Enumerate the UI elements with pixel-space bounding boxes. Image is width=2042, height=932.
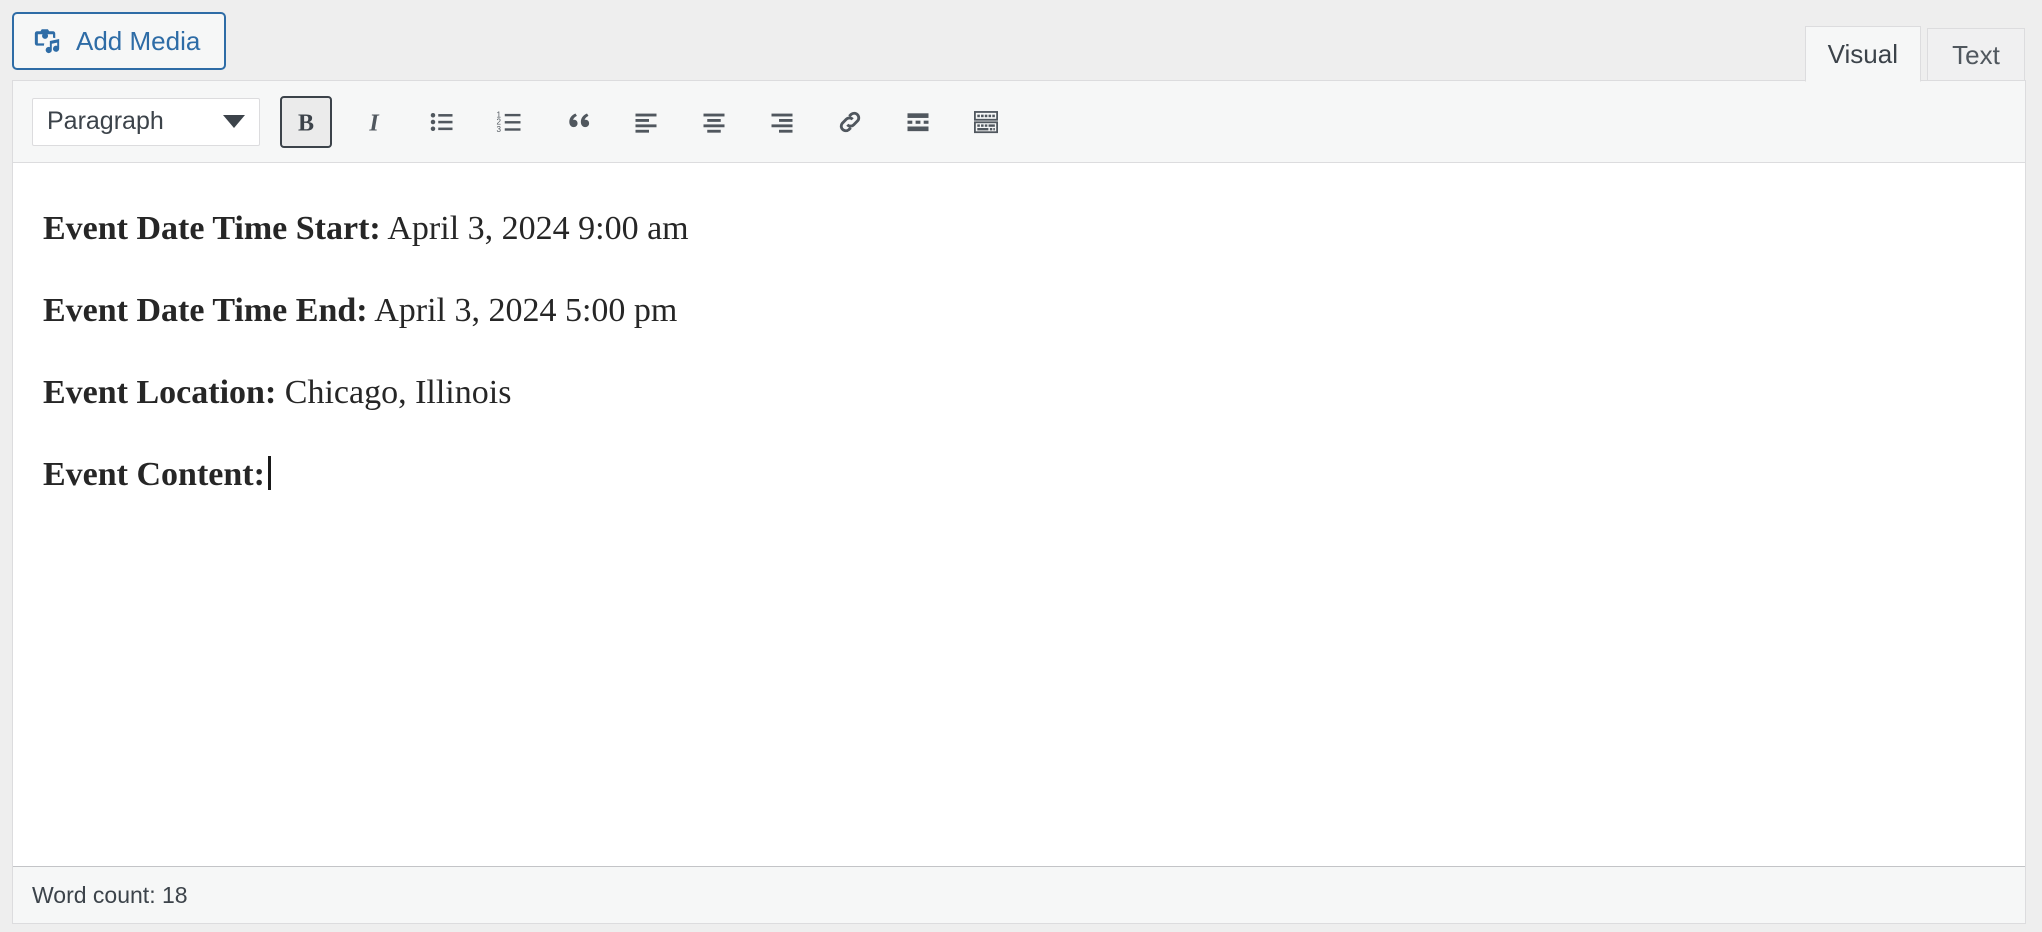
- svg-text:I: I: [368, 110, 380, 136]
- insert-link-button[interactable]: [824, 96, 876, 148]
- keyboard-icon: [971, 107, 1001, 137]
- add-media-label: Add Media: [76, 25, 201, 56]
- align-center-icon: [699, 107, 729, 137]
- formatting-toolbar: Paragraph B I 1 2 3: [13, 81, 2025, 163]
- word-count-label: Word count: 18: [32, 881, 188, 908]
- blockquote-button[interactable]: [552, 96, 604, 148]
- tab-text-label: Text: [1952, 39, 2000, 70]
- bulleted-list-icon: [427, 107, 457, 137]
- content-line: Event Location: Chicago, Illinois: [43, 370, 1995, 416]
- align-right-button[interactable]: [756, 96, 808, 148]
- content-line: Event Date Time End: April 3, 2024 5:00 …: [43, 288, 1995, 334]
- content-line-value: April 3, 2024 9:00 am: [380, 210, 689, 247]
- text-cursor: [267, 455, 271, 490]
- tab-visual[interactable]: Visual: [1804, 26, 1921, 82]
- editor-top-bar: Add Media Visual Text: [0, 0, 2042, 82]
- editor-mode-tabs: Visual Text: [1804, 0, 2025, 82]
- bold-icon: B: [291, 107, 321, 137]
- blockquote-icon: [563, 107, 593, 137]
- bulleted-list-button[interactable]: [416, 96, 468, 148]
- format-select-value: Paragraph: [47, 107, 164, 135]
- align-left-icon: [631, 107, 661, 137]
- content-line-label: Event Content:: [43, 455, 265, 493]
- paragraph-format-select[interactable]: Paragraph: [32, 97, 260, 146]
- content-line-label: Event Date Time Start:: [43, 210, 381, 247]
- editor-container: Paragraph B I 1 2 3 Event Date Time Star…: [12, 80, 2026, 924]
- content-line-value: Chicago, Illinois: [276, 373, 512, 411]
- link-icon: [835, 107, 865, 137]
- toolbar-toggle-button[interactable]: [960, 96, 1012, 148]
- editor-status-bar: Word count: 18: [13, 866, 2025, 923]
- italic-button[interactable]: I: [348, 96, 400, 148]
- align-center-button[interactable]: [688, 96, 740, 148]
- content-line-value: April 3, 2024 5:00 pm: [367, 291, 678, 329]
- align-left-button[interactable]: [620, 96, 672, 148]
- read-more-icon: [903, 107, 933, 137]
- content-line-label: Event Location:: [43, 373, 277, 411]
- chevron-down-icon: [223, 115, 245, 128]
- numbered-list-button[interactable]: 1 2 3: [484, 96, 536, 148]
- content-line: Event Date Time Start: April 3, 2024 9:0…: [43, 206, 1995, 252]
- svg-text:B: B: [298, 110, 314, 136]
- read-more-button[interactable]: [892, 96, 944, 148]
- content-line-label: Event Date Time End:: [43, 291, 368, 329]
- numbered-list-icon: 1 2 3: [495, 107, 525, 137]
- bold-button[interactable]: B: [280, 95, 332, 148]
- tab-visual-label: Visual: [1827, 38, 1898, 69]
- camera-music-icon: [32, 26, 62, 56]
- tab-text[interactable]: Text: [1927, 28, 2025, 82]
- align-right-icon: [767, 107, 797, 137]
- italic-icon: I: [359, 107, 389, 137]
- add-media-button[interactable]: Add Media: [12, 12, 227, 70]
- visual-editor-body[interactable]: Event Date Time Start: April 3, 2024 9:0…: [13, 164, 2025, 866]
- svg-text:3: 3: [497, 124, 502, 133]
- content-line: Event Content:: [43, 452, 1995, 498]
